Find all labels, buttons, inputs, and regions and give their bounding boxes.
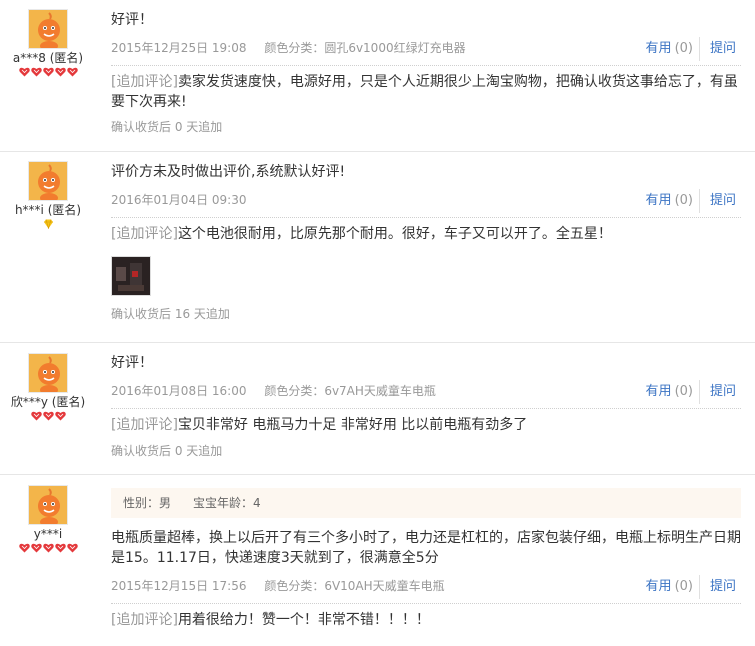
reviewer-info: 欣***y (匿名)	[0, 353, 96, 423]
profile-gender: 性别：男	[123, 496, 172, 510]
useful-count: (0)	[674, 384, 693, 399]
rank-heart-icon	[30, 543, 42, 553]
review-text: 电瓶质量超棒，换上以后开了有三个多小时了，电力还是杠杠的，店家包装仔细，电瓶上标…	[111, 530, 741, 566]
ask-button[interactable]: 提问	[698, 575, 736, 599]
append-confirm-info: 确认收货后 0 天追加	[111, 120, 223, 134]
useful-label: 有用	[645, 579, 672, 594]
avatar[interactable]	[28, 353, 68, 393]
avatar[interactable]	[28, 9, 68, 49]
review-meta: 2015年12月15日 17:56 颜色分类：6V10AH天威童车电瓶 有用 (0…	[111, 574, 741, 599]
review-item: a***8 (匿名) 好评！ 2015年12月25日 19:08 颜色分类：圆孔…	[0, 0, 755, 152]
review-date: 2016年01月04日 09:30	[111, 193, 247, 207]
review-meta: 2015年12月25日 19:08 颜色分类：圆孔6v1000红绿灯充电器 有用…	[111, 36, 741, 61]
rank-heart-icon	[54, 411, 66, 421]
append-text: 宝贝非常好 电瓶马力十足 非常好用 比以前电瓶有劲多了	[177, 417, 528, 433]
append-review: [追加评论]卖家发货速度快，电源好用，只是个人近期很少上淘宝购物，把确认收货这事…	[111, 72, 741, 112]
review-photo-thumbnail[interactable]	[111, 256, 151, 296]
divider	[111, 408, 741, 409]
useful-label: 有用	[645, 193, 672, 208]
review-item: 欣***y (匿名) 好评！ 2016年01月08日 16:00 颜色分类：6v…	[0, 343, 755, 475]
append-text: 卖家发货速度快，电源好用，只是个人近期很少上淘宝购物，把确认收货这事给忘了，有虽…	[111, 74, 738, 110]
append-tag: [追加评论]	[111, 612, 178, 628]
ask-button[interactable]: 提问	[698, 189, 736, 213]
rank-diamond-icon	[43, 219, 54, 230]
divider	[111, 603, 741, 604]
rank-heart-icon	[30, 67, 42, 77]
avatar[interactable]	[28, 161, 68, 201]
rank-heart-icon	[30, 411, 42, 421]
divider	[111, 217, 741, 218]
reviewer-info: y***i	[0, 485, 96, 555]
append-confirm-info: 确认收货后 0 天追加	[111, 444, 223, 458]
useful-label: 有用	[645, 41, 672, 56]
rank-heart-icon	[54, 67, 66, 77]
useful-count: (0)	[674, 579, 693, 594]
reviewer-username: 欣***y (匿名)	[10, 395, 86, 409]
append-review: [追加评论]这个电池很耐用，比原先那个耐用。很好，车子又可以开了。全五星！	[111, 224, 741, 244]
rank-heart-icon	[54, 543, 66, 553]
reviewer-rank	[0, 543, 96, 555]
append-tag: [追加评论]	[111, 226, 178, 242]
review-item: h***i (匿名) 评价方未及时做出评价,系统默认好评! 2016年01月04…	[0, 152, 755, 343]
useful-button[interactable]: 有用 (0)	[646, 380, 693, 404]
review-sku: 颜色分类：6V10AH天威童车电瓶	[264, 579, 445, 593]
divider	[111, 65, 741, 66]
reviewer-rank	[0, 411, 96, 423]
useful-count: (0)	[674, 193, 693, 208]
useful-button[interactable]: 有用 (0)	[646, 37, 693, 61]
ask-button[interactable]: 提问	[698, 37, 736, 61]
buyer-profile: 性别：男 宝宝年龄：4	[111, 488, 741, 518]
review-sku: 颜色分类：圆孔6v1000红绿灯充电器	[264, 41, 466, 55]
append-review: [追加评论]用着很给力！赞一个！非常不错！！！！	[111, 610, 741, 630]
reviewer-username: a***8 (匿名)	[12, 51, 84, 65]
reviewer-username: y***i	[33, 527, 63, 541]
useful-button[interactable]: 有用 (0)	[646, 575, 693, 599]
append-confirm-info: 确认收货后 16 天追加	[111, 307, 230, 321]
review-date: 2015年12月25日 19:08	[111, 41, 247, 55]
review-text: 好评！	[111, 12, 153, 28]
append-text: 这个电池很耐用，比原先那个耐用。很好，车子又可以开了。全五星！	[177, 226, 612, 242]
reviewer-rank	[0, 67, 96, 79]
avatar[interactable]	[28, 485, 68, 525]
reviewer-rank	[0, 219, 96, 231]
rank-heart-icon	[66, 543, 78, 553]
append-review: [追加评论]宝贝非常好 电瓶马力十足 非常好用 比以前电瓶有劲多了	[111, 415, 741, 435]
useful-count: (0)	[674, 41, 693, 56]
review-date: 2015年12月15日 17:56	[111, 579, 247, 593]
ask-button[interactable]: 提问	[698, 380, 736, 404]
rank-heart-icon	[18, 67, 30, 77]
reviewer-username: h***i (匿名)	[14, 203, 82, 217]
rank-heart-icon	[42, 543, 54, 553]
reviewer-info: a***8 (匿名)	[0, 9, 96, 79]
rank-heart-icon	[42, 411, 54, 421]
rank-heart-icon	[66, 67, 78, 77]
review-text: 评价方未及时做出评价,系统默认好评!	[111, 164, 346, 180]
review-date: 2016年01月08日 16:00	[111, 384, 247, 398]
useful-button[interactable]: 有用 (0)	[646, 189, 693, 213]
review-meta: 2016年01月04日 09:30 有用 (0) 提问	[111, 188, 741, 213]
profile-baby-age: 宝宝年龄：4	[193, 496, 261, 510]
rank-heart-icon	[42, 67, 54, 77]
review-item: y***i 性别：男 宝宝年龄：4 电瓶质量超棒，换上以后开了有三个多小时了，电力…	[0, 475, 755, 646]
reviewer-info: h***i (匿名)	[0, 161, 96, 231]
useful-label: 有用	[645, 384, 672, 399]
append-tag: [追加评论]	[111, 74, 178, 90]
append-text: 用着很给力！赞一个！非常不错！！！！	[177, 612, 430, 628]
append-tag: [追加评论]	[111, 417, 178, 433]
review-sku: 颜色分类：6v7AH天威童车电瓶	[264, 384, 436, 398]
rank-heart-icon	[18, 543, 30, 553]
review-text: 好评！	[111, 355, 153, 371]
review-meta: 2016年01月08日 16:00 颜色分类：6v7AH天威童车电瓶 有用 (0)…	[111, 379, 741, 404]
